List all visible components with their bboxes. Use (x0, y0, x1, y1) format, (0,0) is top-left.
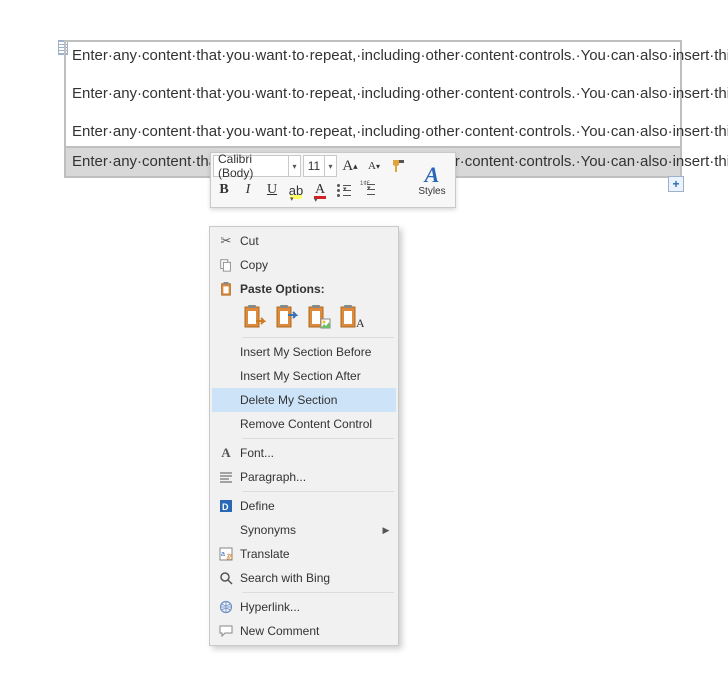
font-icon: A (212, 445, 240, 461)
bold-button[interactable]: B (213, 179, 235, 201)
paste-options-label: Paste Options: (240, 282, 392, 296)
menu-new-comment[interactable]: New Comment (212, 619, 396, 643)
menu-synonyms-label: Synonyms (240, 523, 380, 537)
paragraph[interactable]: Enter·any·content·that·you·want·to·repea… (72, 44, 674, 68)
menu-separator (242, 592, 394, 593)
mini-toolbar-bottom-row: B I U ab A (213, 179, 409, 201)
menu-remove-content-control[interactable]: Remove Content Control (212, 412, 396, 436)
menu-paragraph[interactable]: Paragraph... (212, 465, 396, 489)
paragraph[interactable]: Enter·any·content·that·you·want·to·repea… (72, 82, 674, 106)
hyperlink-icon (212, 600, 240, 614)
define-icon: D (212, 499, 240, 513)
menu-font-label: Font... (240, 446, 392, 460)
submenu-arrow-icon: ▶ (380, 525, 392, 536)
comment-icon (212, 624, 240, 638)
paste-picture-button[interactable] (306, 305, 332, 331)
paragraph[interactable]: Enter·any·content·that·you·want·to·repea… (72, 120, 674, 144)
menu-insert-after-label: Insert My Section After (240, 369, 392, 383)
menu-paragraph-label: Paragraph... (240, 470, 392, 484)
add-section-button[interactable]: + (668, 176, 684, 192)
mini-toolbar: Calibri (Body) ▾ 11 ▾ A▴ A▾ B I U ab A A… (210, 152, 456, 208)
bullets-button[interactable] (333, 179, 355, 201)
numbering-button[interactable] (357, 179, 379, 201)
menu-insert-after[interactable]: Insert My Section After (212, 364, 396, 388)
styles-label: Styles (418, 186, 445, 197)
mini-toolbar-top-row: Calibri (Body) ▾ 11 ▾ A▴ A▾ (213, 155, 409, 177)
menu-cut[interactable]: ✂ Cut (212, 229, 396, 253)
font-size-combo[interactable]: 11 ▾ (303, 155, 337, 177)
styles-gallery-button[interactable]: A Styles (411, 155, 453, 205)
search-icon (212, 571, 240, 585)
svg-text:あ: あ (226, 553, 233, 561)
font-name-combo[interactable]: Calibri (Body) ▾ (213, 155, 301, 177)
table-cell-section-1[interactable]: Enter·any·content·that·you·want·to·repea… (65, 41, 681, 147)
copy-icon (212, 258, 240, 272)
menu-hyperlink-label: Hyperlink... (240, 600, 392, 614)
menu-separator (242, 491, 394, 492)
menu-translate[interactable]: aあ Translate (212, 542, 396, 566)
menu-copy[interactable]: Copy (212, 253, 396, 277)
paste-keep-source-button[interactable] (242, 305, 268, 331)
clipboard-icon (212, 282, 240, 296)
paragraph-icon (212, 470, 240, 484)
menu-delete-section-label: Delete My Section (240, 393, 392, 407)
menu-delete-section[interactable]: Delete My Section (212, 388, 396, 412)
menu-synonyms[interactable]: Synonyms ▶ (212, 518, 396, 542)
menu-search-bing-label: Search with Bing (240, 571, 392, 585)
svg-text:a: a (221, 551, 225, 558)
paste-text-only-button[interactable]: A (338, 305, 364, 331)
grow-font-button[interactable]: A▴ (339, 155, 361, 177)
font-name-value: Calibri (Body) (214, 152, 288, 180)
dropdown-arrow-icon[interactable]: ▾ (324, 156, 336, 176)
styles-icon: A (425, 164, 440, 186)
menu-remove-cc-label: Remove Content Control (240, 417, 392, 431)
dropdown-arrow-icon[interactable]: ▾ (288, 156, 300, 176)
scissors-icon: ✂ (212, 233, 240, 249)
italic-button[interactable]: I (237, 179, 259, 201)
svg-text:A: A (356, 316, 364, 330)
format-painter-button[interactable] (387, 155, 409, 177)
menu-separator (242, 337, 394, 338)
underline-button[interactable]: U (261, 179, 283, 201)
font-color-button[interactable]: A (309, 179, 331, 201)
svg-text:D: D (222, 502, 229, 512)
menu-paste-options-heading: Paste Options: (212, 277, 396, 301)
menu-new-comment-label: New Comment (240, 624, 392, 638)
paste-merge-formatting-button[interactable] (274, 305, 300, 331)
blank-line (72, 68, 674, 82)
mini-toolbar-controls: Calibri (Body) ▾ 11 ▾ A▴ A▾ B I U ab A (213, 155, 409, 205)
paste-options-row: A (212, 301, 396, 335)
menu-copy-label: Copy (240, 258, 392, 272)
shrink-font-button[interactable]: A▾ (363, 155, 385, 177)
menu-define-label: Define (240, 499, 392, 513)
menu-insert-before[interactable]: Insert My Section Before (212, 340, 396, 364)
menu-search-bing[interactable]: Search with Bing (212, 566, 396, 590)
blank-line (72, 106, 674, 120)
translate-icon: aあ (212, 547, 240, 561)
menu-cut-label: Cut (240, 234, 392, 248)
context-menu: ✂ Cut Copy Paste Options: A Insert My Se… (209, 226, 399, 646)
menu-hyperlink[interactable]: Hyperlink... (212, 595, 396, 619)
menu-insert-before-label: Insert My Section Before (240, 345, 392, 359)
menu-define[interactable]: D Define (212, 494, 396, 518)
menu-font[interactable]: A Font... (212, 441, 396, 465)
menu-translate-label: Translate (240, 547, 392, 561)
font-size-value: 11 (304, 159, 324, 173)
menu-separator (242, 438, 394, 439)
text-highlight-button[interactable]: ab (285, 179, 307, 201)
